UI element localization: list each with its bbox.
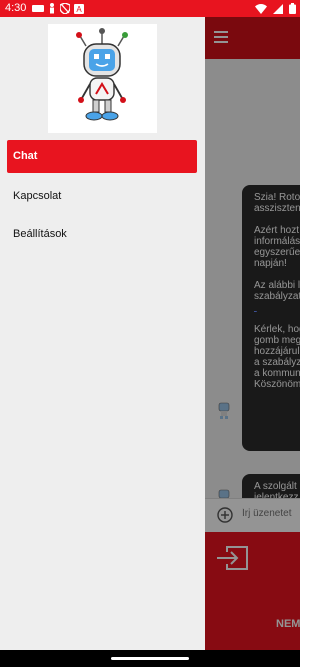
navigation-drawer: Chat Kapcsolat Beállítások — [0, 17, 205, 650]
signal-icon — [273, 3, 283, 14]
font-app-icon: A — [74, 3, 84, 14]
shield-icon — [60, 3, 70, 14]
svg-text:A: A — [76, 5, 82, 14]
drawer-item-label: Beállítások — [13, 228, 67, 240]
battery-icon — [289, 3, 296, 14]
navigation-bar — [0, 650, 300, 667]
robot-logo — [48, 24, 157, 133]
drawer-item-label: Chat — [13, 150, 38, 162]
system-icons — [255, 3, 296, 14]
wifi-icon — [255, 3, 267, 14]
drawer-item-label: Kapcsolat — [13, 190, 62, 202]
drawer-item-contact[interactable]: Kapcsolat — [0, 180, 205, 213]
notification-app-icon — [32, 5, 44, 12]
drawer-item-settings[interactable]: Beállítások — [0, 218, 205, 251]
notification-icons: A — [32, 3, 84, 14]
status-bar: 4:30 A — [0, 0, 300, 17]
person-icon — [50, 3, 54, 14]
home-gesture-pill[interactable] — [111, 657, 189, 660]
drawer-item-chat[interactable]: Chat — [7, 140, 197, 173]
robot-mascot-icon — [76, 28, 128, 121]
status-time: 4:30 — [5, 2, 27, 14]
